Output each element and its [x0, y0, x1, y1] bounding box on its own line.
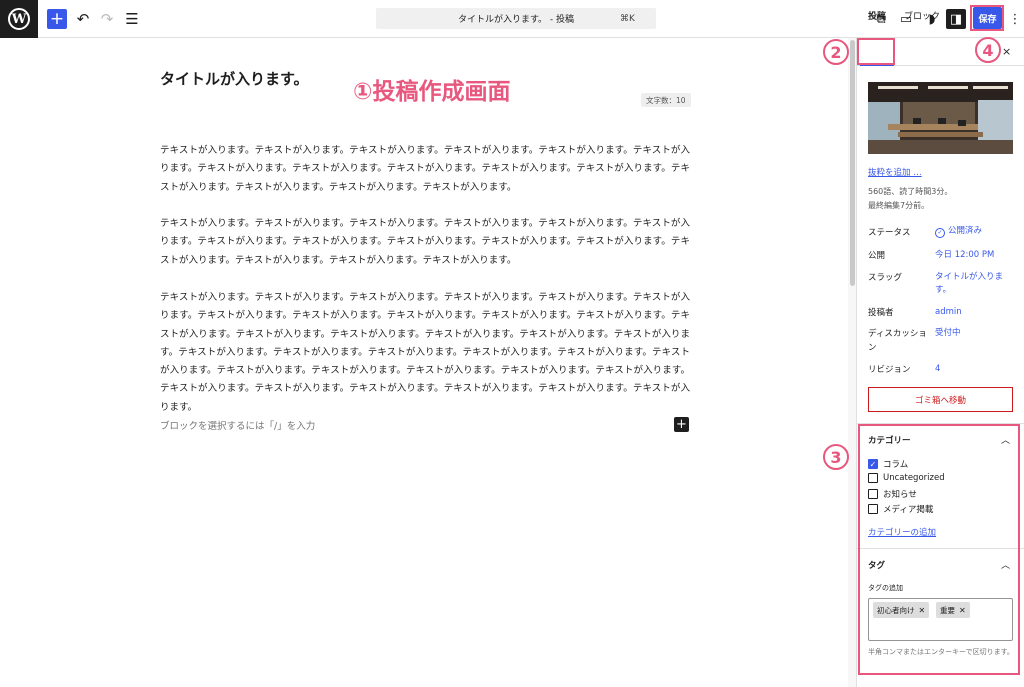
status-value-text: 公開済み: [948, 226, 983, 236]
author-label: 投稿者: [868, 308, 894, 318]
move-to-trash-button[interactable]: ゴミ箱へ移動: [868, 387, 1013, 412]
list-view-icon[interactable]: ☰: [122, 9, 142, 29]
close-sidebar-icon[interactable]: ×: [1002, 45, 1011, 58]
highlight-post-tab: [857, 38, 895, 65]
revisions-value[interactable]: 4: [935, 363, 940, 376]
discussion-label: ディスカッション: [868, 329, 927, 353]
publish-label: 公開: [868, 251, 886, 261]
add-excerpt-link[interactable]: 抜粋を追加 …: [868, 166, 922, 178]
document-title: タイトルが入ります。 - 投稿: [457, 15, 575, 25]
status-label: ステータス: [868, 228, 911, 238]
redo-icon[interactable]: ↷: [97, 9, 117, 29]
office-photo: [868, 82, 1013, 154]
published-icon: ✓: [935, 228, 945, 238]
discussion-value[interactable]: 受付中: [935, 327, 961, 340]
settings-sidebar-icon[interactable]: ◨: [946, 9, 966, 29]
word-count-badge: 文字数：10: [641, 93, 691, 107]
highlight-categories-tags: [858, 424, 1020, 675]
annotation-number-2: 2: [823, 39, 849, 65]
tab-block[interactable]: ブロック: [904, 9, 940, 22]
command-shortcut: ⌘K: [620, 13, 635, 24]
wordpress-logo[interactable]: W: [0, 0, 38, 38]
revisions-label: リビジョン: [868, 365, 911, 375]
block-placeholder[interactable]: ブロックを選択するには「/」を入力: [160, 418, 315, 432]
author-value[interactable]: admin: [935, 306, 962, 319]
slug-value[interactable]: タイトルが入ります。: [935, 271, 1005, 297]
status-value[interactable]: ✓ 公開済み: [935, 225, 982, 238]
tab-post[interactable]: 投稿: [868, 9, 886, 22]
add-block-button[interactable]: +: [47, 9, 67, 29]
undo-icon[interactable]: ↶: [73, 9, 93, 29]
scrollbar-thumb[interactable]: [850, 40, 855, 286]
paragraph-block[interactable]: テキストが入ります。テキストが入ります。テキストが入ります。テキストが入ります。…: [160, 142, 690, 197]
annotation-number-4: 4: [975, 37, 1001, 63]
post-title[interactable]: タイトルが入ります。: [160, 68, 309, 89]
annotation-number-3: 3: [823, 444, 849, 470]
document-bar[interactable]: タイトルが入ります。 - 投稿 ⌘K: [376, 8, 656, 29]
annotation-label-1: ①投稿作成画面: [353, 79, 511, 105]
reading-time: 560語、読了時間3分。: [868, 187, 953, 196]
last-edited: 最終編集7分前。: [868, 201, 930, 210]
publish-date-value[interactable]: 今日 12:00 PM: [935, 249, 994, 262]
slug-label: スラッグ: [868, 273, 903, 283]
wordpress-icon: W: [8, 8, 30, 30]
highlight-save-button: [970, 5, 1004, 31]
paragraph-block[interactable]: テキストが入ります。テキストが入ります。テキストが入ります。テキストが入ります。…: [160, 215, 690, 270]
more-options-icon[interactable]: ⋮: [1009, 9, 1022, 29]
paragraph-block[interactable]: テキストが入ります。テキストが入ります。テキストが入ります。テキストが入ります。…: [160, 289, 690, 417]
inline-add-block-button[interactable]: +: [674, 417, 689, 432]
featured-image[interactable]: [868, 82, 1013, 154]
